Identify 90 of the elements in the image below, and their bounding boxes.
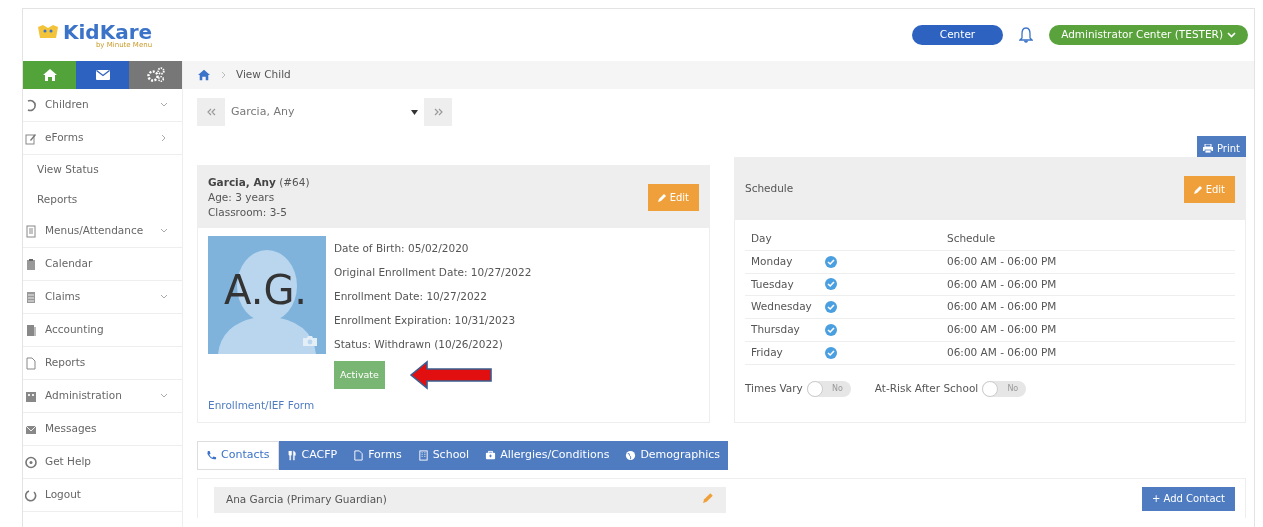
- help-icon: [25, 455, 37, 469]
- sidebar-item[interactable]: Calendar: [23, 248, 182, 281]
- schedule-time: 06:00 AM - 06:00 PM: [941, 341, 1235, 364]
- day-name: Tuesday: [751, 276, 795, 292]
- fork-knife-icon: [286, 449, 298, 461]
- pencil-icon: [1193, 184, 1203, 194]
- child-name: Garcia, Any (#64): [208, 174, 310, 190]
- schedule-time: 06:00 AM - 06:00 PM: [941, 250, 1235, 273]
- double-chevron-right-icon[interactable]: [433, 108, 443, 116]
- center-button[interactable]: Center: [911, 25, 1004, 45]
- detail-text: Enrollment Date: 10/27/2022: [334, 289, 488, 304]
- add-contact-button[interactable]: + Add Contact: [1142, 486, 1235, 511]
- sidebar-item[interactable]: Menus/Attendance: [23, 215, 182, 248]
- logo[interactable]: KidKare: [63, 21, 153, 42]
- column-header: Schedule: [941, 228, 1235, 251]
- schedule-time: 06:00 AM - 06:00 PM: [941, 295, 1235, 319]
- detail-text: Status: Withdrawn (10/26/2022): [334, 337, 504, 352]
- day-name: Monday: [751, 253, 794, 269]
- tab[interactable]: Forms: [345, 441, 410, 470]
- home-icon[interactable]: [197, 69, 211, 81]
- child-classroom: Classroom: 3-5: [208, 204, 288, 220]
- tab[interactable]: Demographics: [617, 441, 729, 470]
- sidebar-item[interactable]: Logout: [23, 479, 182, 512]
- sidebar-item[interactable]: Accounting: [23, 314, 182, 347]
- sidebar-item[interactable]: Claims: [23, 281, 182, 314]
- camera-icon[interactable]: [302, 335, 318, 347]
- building-icon: [417, 449, 429, 461]
- bell-icon[interactable]: [1019, 27, 1034, 43]
- detail-text: Original Enrollment Date: 10/27/2022: [334, 265, 532, 280]
- enrollment-form-link[interactable]: Enrollment/IEF Form: [208, 399, 315, 411]
- breadcrumb-current: View Child: [236, 67, 291, 83]
- dropdown-caret-icon: [411, 109, 418, 115]
- chevron-down-icon: [160, 227, 168, 235]
- tab[interactable]: Contacts: [197, 441, 279, 470]
- detail-text: Date of Birth: 05/02/2020: [334, 241, 470, 256]
- pencil-icon[interactable]: [703, 491, 714, 503]
- file-icon: [353, 449, 365, 461]
- list-icon: [25, 290, 37, 304]
- file-icon: [25, 356, 37, 370]
- home-button[interactable]: [23, 61, 76, 89]
- edit-icon: [25, 131, 37, 145]
- document-icon: [25, 224, 37, 238]
- user-menu[interactable]: Administrator Center (TESTER): [1049, 25, 1248, 45]
- detail-text: Enrollment Expiration: 10/31/2023: [334, 313, 517, 328]
- toggle-label: Times Vary: [745, 380, 803, 396]
- building-icon: [25, 389, 37, 403]
- medkit-icon: [485, 449, 497, 461]
- printer-icon: [1203, 144, 1213, 153]
- card-title: Schedule: [745, 181, 794, 197]
- chevron-down-icon: [160, 392, 168, 400]
- tab[interactable]: School: [409, 441, 478, 470]
- chevron-down-icon: [160, 293, 168, 301]
- column-header: Day: [745, 228, 941, 251]
- tab[interactable]: CACFP: [278, 441, 346, 470]
- settings-button[interactable]: [129, 61, 182, 89]
- logo-icon: [37, 23, 59, 40]
- sidebar-item[interactable]: Administration: [23, 380, 182, 413]
- child-age: Age: 3 years: [208, 189, 276, 205]
- envelope-icon: [95, 70, 110, 80]
- schedule-time: 06:00 AM - 06:00 PM: [941, 318, 1235, 342]
- double-chevron-left-icon[interactable]: [206, 108, 216, 116]
- chevron-right-icon: [221, 71, 226, 79]
- sidebar-item[interactable]: Children: [23, 89, 182, 122]
- chevron-down-icon: [160, 101, 168, 109]
- chevron-down-icon: [1227, 32, 1236, 38]
- day-name: Thursday: [751, 322, 801, 337]
- book-icon: [25, 323, 37, 337]
- child-initials: A.G.: [224, 270, 308, 310]
- contact-name: Ana Garcia (Primary Guardian): [226, 491, 387, 507]
- sidebar-item[interactable]: Messages: [23, 413, 182, 446]
- sidebar-item[interactable]: View Status: [23, 155, 182, 185]
- day-name: Wednesday: [751, 299, 813, 315]
- sidebar-item[interactable]: Reports: [23, 185, 182, 215]
- schedule-time: 06:00 AM - 06:00 PM: [941, 273, 1235, 296]
- messages-button[interactable]: [76, 61, 129, 89]
- gears-icon: [145, 67, 166, 83]
- day-name: Friday: [751, 344, 784, 360]
- phone-icon: [206, 449, 217, 461]
- power-icon: [25, 488, 37, 502]
- home-icon: [41, 68, 58, 82]
- child-select[interactable]: Garcia, Any: [225, 98, 424, 126]
- sidebar-item[interactable]: Get Help: [23, 446, 182, 479]
- child-picker[interactable]: Garcia, Any: [197, 98, 452, 126]
- tab[interactable]: Allergies/Conditions: [477, 441, 618, 470]
- clipboard-icon: [25, 257, 37, 271]
- toggle-label: At-Risk After School: [874, 380, 979, 396]
- pencil-icon: [657, 192, 667, 202]
- sidebar-item[interactable]: eForms: [23, 122, 182, 155]
- chevron-right-icon: [160, 134, 168, 142]
- sidebar-item[interactable]: Reports: [23, 347, 182, 380]
